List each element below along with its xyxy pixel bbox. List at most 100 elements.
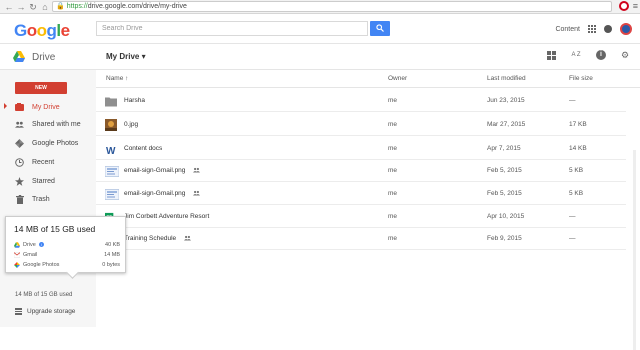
lock-icon: 🔒 [56,3,65,10]
storage-row-gmail: Gmail 14 MB [14,250,120,259]
file-row[interactable]: email-sign-Gmail.png me Feb 5, 2015 5 KB [96,183,626,205]
notifications-icon[interactable] [604,25,612,33]
opera-icon[interactable] [618,1,629,11]
search-input[interactable] [96,21,368,36]
column-owner: Owner [388,75,408,82]
photos-icon [15,138,24,148]
file-size: 5 KB [569,167,584,174]
photos-icon [14,261,20,268]
file-owner: me [388,190,398,197]
browser-menu-icon[interactable]: ≡ [633,1,638,11]
file-size: 17 KB [569,121,587,128]
file-name: email-sign-Gmail.png [124,167,186,174]
apps-grid-icon[interactable] [588,25,596,33]
storage-popup: 14 MB of 15 GB used Drive i 40 KB Gmail … [5,216,126,273]
settings-icon[interactable]: ⚙ [620,50,630,60]
image-file-icon [105,189,119,200]
back-icon[interactable]: ← [3,1,15,13]
grid-view-icon[interactable] [547,50,556,60]
image-file-icon [105,166,119,177]
file-name: Content docs [124,145,163,152]
storage-row-label: Gmail [23,251,38,258]
logo-letter: G [14,21,27,40]
my-drive-icon [15,103,24,112]
storage-row-photos: Google Photos 0 bytes [14,260,120,269]
file-modified: Feb 9, 2015 [487,235,522,242]
file-name: Harsha [124,97,145,104]
column-file-size: File size [569,75,593,82]
file-size: — [569,235,576,242]
column-name[interactable]: Name ↑ [106,75,128,82]
file-name: 0.jpg [124,121,139,128]
list-icon [15,308,22,315]
upgrade-storage-link[interactable]: Upgrade storage [15,308,75,315]
storage-row-drive: Drive i 40 KB [14,240,120,249]
address-bar[interactable]: 🔒 https:// drive.google.com/drive/my-dri… [52,1,612,12]
logo-letter: o [26,21,37,40]
sidebar-item-shared[interactable]: Shared with me [0,117,96,131]
sidebar-item-label: Recent [32,158,55,166]
search-button[interactable] [370,21,390,36]
google-logo[interactable]: Google [14,21,70,41]
file-row[interactable]: 0.jpg me Mar 27, 2015 17 KB [96,114,626,136]
storage-row-value: 0 bytes [102,261,120,268]
storage-row-label: Google Photos [23,261,60,268]
file-row[interactable]: Jim Corbett Adventure Resort me Apr 10, … [96,206,626,228]
sort-options-icon[interactable]: A Z [570,50,582,60]
file-name: email-sign-Gmail.png [124,190,186,197]
file-row[interactable]: email-sign-Gmail.png me Feb 5, 2015 5 KB [96,160,626,182]
content-link[interactable]: Content [555,26,580,33]
search-icon [376,24,384,32]
reload-icon[interactable]: ↻ [27,1,39,13]
file-size: 5 KB [569,190,584,197]
account-avatar[interactable] [620,23,632,35]
upgrade-storage-label: Upgrade storage [27,308,76,315]
sidebar-item-my-drive[interactable]: My Drive [0,100,96,114]
shared-icon [184,235,191,241]
file-modified: Feb 5, 2015 [487,167,522,174]
sidebar-item-label: Trash [32,195,50,203]
scrollbar[interactable] [633,150,636,350]
sidebar-item-label: Starred [32,177,55,185]
storage-row-value: 14 MB [104,251,120,258]
column-last-modified[interactable]: Last modified [487,75,526,82]
clock-icon [15,157,24,167]
forward-icon[interactable]: → [15,1,27,13]
home-icon[interactable]: ⌂ [39,1,51,13]
svg-text:W: W [106,146,116,155]
google-header: Google Content [0,14,640,44]
sidebar-item-photos[interactable]: Google Photos [0,136,96,150]
new-button[interactable]: NEW [15,82,67,94]
word-doc-icon: W [106,146,116,155]
star-icon [15,176,24,186]
gmail-icon [14,251,20,258]
shared-icon [193,167,200,173]
my-drive-dropdown[interactable]: My Drive ▾ [106,52,146,61]
file-modified: Mar 27, 2015 [487,121,526,128]
info-icon[interactable]: i [596,50,606,60]
file-owner: me [388,167,398,174]
logo-letter: o [36,21,47,40]
drive-title[interactable]: Drive [32,52,55,63]
file-row[interactable]: Harsha me Jun 23, 2015 — [96,90,626,112]
drive-logo-icon [13,51,25,62]
folder-icon [105,97,117,107]
storage-usage-text[interactable]: 14 MB of 15 GB used [15,292,72,298]
file-row[interactable]: Training Schedule me Feb 9, 2015 — [96,228,626,250]
file-owner: me [388,121,398,128]
browser-toolbar: ← → ↻ ⌂ 🔒 https:// drive.google.com/driv… [0,0,640,14]
file-row[interactable]: W Content docs me Apr 7, 2015 14 KB [96,138,626,160]
sidebar-item-label: Google Photos [32,139,79,147]
file-owner: me [388,235,398,242]
sidebar-item-starred[interactable]: Starred [0,174,96,188]
people-icon [15,120,24,129]
file-owner: me [388,97,398,104]
file-modified: Jun 23, 2015 [487,97,525,104]
shared-icon [193,190,200,196]
sidebar-item-recent[interactable]: Recent [0,155,96,169]
file-name: Jim Corbett Adventure Resort [124,213,210,220]
trash-icon [15,194,24,204]
url-scheme: https:// [66,3,88,10]
info-icon[interactable]: i [38,242,44,247]
sidebar-item-trash[interactable]: Trash [0,192,96,206]
